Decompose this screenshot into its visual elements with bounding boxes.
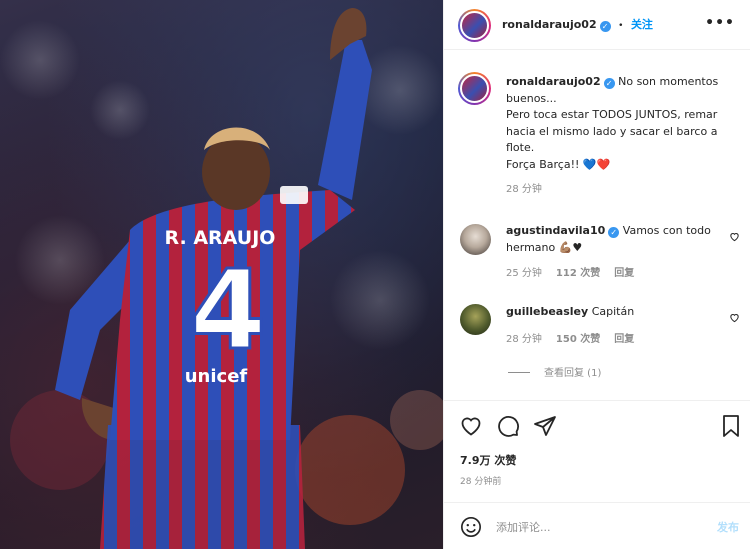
caption-line: Pero toca estar TODOS JUNTOS, remar xyxy=(506,108,718,121)
comment-text-cont: hermano 💪🏽♥ xyxy=(506,240,583,254)
follow-button[interactable]: 关注 xyxy=(631,18,653,31)
separator-dot: • xyxy=(618,21,624,31)
likes-count[interactable]: 7.9万 次赞 xyxy=(460,452,516,468)
more-options-icon[interactable]: ••• xyxy=(705,15,735,31)
post-side-panel: ronaldaraujo02 ✓ • 关注 ••• ronaldaraujo02 ✓… xyxy=(443,0,750,549)
sponsor-logo: unicef xyxy=(185,366,248,387)
comment-like-heart-icon[interactable] xyxy=(729,231,740,242)
view-replies-button[interactable]: 查看回复 (1) xyxy=(508,364,601,379)
caption-username[interactable]: ronaldaraujo02 xyxy=(506,75,601,88)
caption-line: No son momentos xyxy=(618,75,719,88)
comment-like-heart-icon[interactable] xyxy=(729,312,740,323)
send-icon[interactable] xyxy=(533,414,557,438)
view-replies-label: 查看回复 (1) xyxy=(544,368,602,379)
add-comment-bar: 添加评论... 发布 xyxy=(444,502,750,549)
post-photo[interactable]: R. ARAUJO 4 unicef xyxy=(0,0,443,549)
heart-icon[interactable] xyxy=(459,414,483,438)
comment-item: guillebeasley Capitán 28 分钟 150 次赞 回复 xyxy=(506,304,731,348)
player-illustration: R. ARAUJO 4 unicef xyxy=(0,8,443,549)
comment-icon[interactable] xyxy=(496,414,520,438)
comment-input[interactable]: 添加评论... xyxy=(496,519,551,535)
caption-line: buenos... xyxy=(506,91,557,105)
comment-time: 28 分钟 xyxy=(506,333,542,345)
comment-text: Capitán xyxy=(591,305,635,318)
post-caption: ronaldaraujo02 ✓ No son momentos buenos..… xyxy=(506,74,738,199)
comment-time: 25 分钟 xyxy=(506,268,542,279)
post-timestamp: 28 分钟前 xyxy=(460,477,502,487)
comment-username[interactable]: guillebeasley xyxy=(506,305,588,318)
caption-line: Força Barça!! 💙❤️ xyxy=(506,157,611,171)
smiley-icon[interactable] xyxy=(460,516,482,538)
instagram-post-window: R. ARAUJO 4 unicef ronaldaraujo02 ✓ • 关注 … xyxy=(0,0,750,549)
author-username[interactable]: ronaldaraujo02 xyxy=(502,18,597,31)
verified-badge-icon: ✓ xyxy=(603,78,615,89)
verified-badge-icon: ✓ xyxy=(599,21,611,32)
comment-likes[interactable]: 150 次赞 xyxy=(556,334,600,345)
caption-time: 28 分钟 xyxy=(506,184,542,195)
caption-line: hacia el mismo lado y sacar el barco a xyxy=(506,124,718,138)
caption-line: flote. xyxy=(506,141,535,154)
bookmark-icon[interactable] xyxy=(719,414,743,438)
comment-reply-button[interactable]: 回复 xyxy=(614,334,634,345)
post-comment-button[interactable]: 发布 xyxy=(717,519,739,535)
caption-avatar[interactable] xyxy=(458,72,491,105)
comment-likes[interactable]: 112 次赞 xyxy=(556,268,600,279)
verified-badge-icon: ✓ xyxy=(608,227,620,238)
comment-item: agustindavila10 ✓ Vamos con todo hermano … xyxy=(506,223,731,283)
author-avatar[interactable] xyxy=(458,9,491,42)
action-bar xyxy=(444,400,750,450)
comment-username[interactable]: agustindavila10 xyxy=(506,224,605,237)
commenter-avatar[interactable] xyxy=(460,304,491,335)
comment-reply-button[interactable]: 回复 xyxy=(614,268,634,279)
commenter-avatar[interactable] xyxy=(460,224,491,255)
post-header: ronaldaraujo02 ✓ • 关注 ••• xyxy=(444,0,750,50)
comment-text: Vamos con todo xyxy=(622,224,711,237)
jersey-number: 4 xyxy=(190,246,267,374)
